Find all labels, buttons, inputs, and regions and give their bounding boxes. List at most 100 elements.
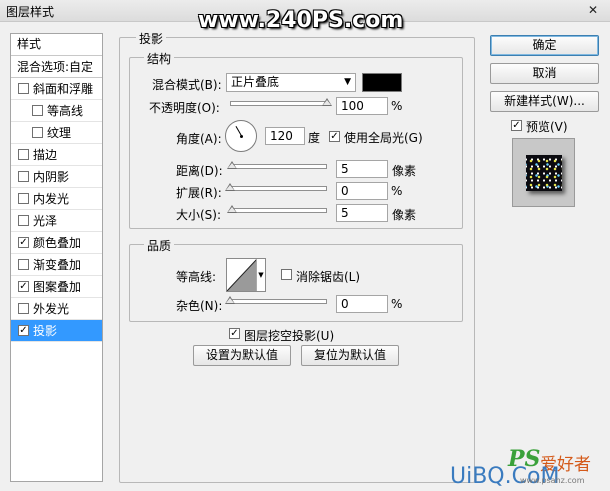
blend-mode-value: 正片叠底 [231,75,280,89]
make-default-button[interactable]: 设置为默认值 [193,345,291,366]
noise-unit: % [391,297,403,311]
style-item-label: 颜色叠加 [33,236,82,250]
knockout-label: 图层挖空投影(U) [244,329,335,343]
size-unit: 像素 [392,208,417,222]
site-logo: PS 爱好者 UiBQ.CoM www.psahz.com [450,446,610,491]
use-global-light-label: 使用全局光(G) [344,131,423,145]
use-global-light-checkbox[interactable]: ✓ [329,131,340,142]
distance-input[interactable]: 5 [336,160,388,178]
opacity-slider-thumb[interactable] [322,98,332,106]
cancel-button[interactable]: 取消 [490,63,599,84]
preview-label: 预览(V) [526,120,568,134]
style-item-checkbox[interactable]: ✓ [18,237,29,248]
style-item-checkbox[interactable] [18,149,29,160]
knockout-checkbox[interactable]: ✓ [229,328,240,339]
style-item-10[interactable]: 外发光 [11,298,102,320]
distance-slider-thumb[interactable] [226,161,237,169]
style-item-label: 描边 [33,148,58,162]
chevron-down-icon: ▼ [344,77,351,87]
style-item-4[interactable]: 内阴影 [11,166,102,188]
style-item-label: 图案叠加 [33,280,82,294]
size-label: 大小(S): [176,208,222,222]
anti-alias-checkbox[interactable] [281,269,292,280]
style-item-checkbox[interactable] [32,127,43,138]
style-item-checkbox[interactable] [18,259,29,270]
opacity-slider-track[interactable] [230,101,327,106]
style-item-9[interactable]: ✓ 图案叠加 [11,276,102,298]
spread-input[interactable]: 0 [336,182,388,200]
style-item-1[interactable]: 等高线 [11,100,102,122]
opacity-input[interactable]: 100 [336,97,388,115]
spread-unit: % [391,184,403,198]
style-item-8[interactable]: 渐变叠加 [11,254,102,276]
drop-shadow-title: 投影 [136,30,167,47]
contour-dropdown-icon[interactable]: ▼ [256,259,265,291]
noise-slider-track[interactable] [230,299,327,304]
logo-small-text: www.psahz.com [520,476,585,485]
distance-slider-track[interactable] [230,164,327,169]
blend-mode-select[interactable]: 正片叠底 ▼ [226,73,356,92]
preview-swatch [526,155,562,191]
style-item-7[interactable]: ✓ 颜色叠加 [11,232,102,254]
close-icon[interactable]: ✕ [584,2,602,19]
quality-title: 品质 [144,237,175,254]
contour-picker[interactable]: ▼ [226,258,266,292]
style-item-3[interactable]: 描边 [11,144,102,166]
blend-mode-label: 混合模式(B): [152,78,222,92]
opacity-label: 不透明度(O): [149,101,220,115]
style-item-11[interactable]: ✓ 投影 [11,320,102,342]
reset-default-button[interactable]: 复位为默认值 [301,345,399,366]
style-item-label: 内发光 [33,192,70,206]
style-item-checkbox[interactable] [18,193,29,204]
distance-unit: 像素 [392,164,417,178]
style-item-checkbox[interactable] [32,105,43,116]
spread-label: 扩展(R): [176,186,222,200]
style-item-label: 渐变叠加 [33,258,82,272]
size-slider-track[interactable] [230,208,327,213]
noise-input[interactable]: 0 [336,295,388,313]
style-items: 斜面和浮雕等高线纹理描边内阴影内发光光泽 ✓ 颜色叠加渐变叠加 ✓ 图案叠加外发光 ✓ 投影 [11,78,102,342]
spread-slider-thumb[interactable] [225,183,235,191]
angle-dial[interactable] [225,120,257,152]
contour-label: 等高线: [176,270,217,284]
style-list-header[interactable]: 样式 [11,34,102,56]
style-item-label: 外发光 [33,302,70,316]
style-item-5[interactable]: 内发光 [11,188,102,210]
ok-button[interactable]: 确定 [490,35,599,56]
style-item-label: 纹理 [47,126,72,140]
angle-unit: 度 [308,131,321,145]
window-title: 图层样式 [6,5,55,19]
size-input[interactable]: 5 [336,204,388,222]
style-item-0[interactable]: 斜面和浮雕 [11,78,102,100]
watermark-text: www.240PS.com [198,8,404,33]
shadow-color-swatch[interactable] [362,73,402,92]
preview-checkbox[interactable]: ✓ [511,120,522,131]
style-item-2[interactable]: 纹理 [11,122,102,144]
style-preview-thumbnail [512,138,575,207]
style-item-label: 投影 [33,324,58,338]
style-item-checkbox[interactable] [18,171,29,182]
style-item-checkbox[interactable] [18,303,29,314]
blend-options-item[interactable]: 混合选项:自定 [11,56,102,78]
style-item-label: 光泽 [33,214,58,228]
opacity-unit: % [391,99,403,113]
style-item-checkbox[interactable] [18,215,29,226]
style-item-checkbox[interactable]: ✓ [18,325,29,336]
anti-alias-label: 消除锯齿(L) [296,270,361,284]
angle-dial-center [240,135,243,138]
style-item-checkbox[interactable]: ✓ [18,281,29,292]
noise-slider-thumb[interactable] [225,296,235,304]
style-list: 样式 混合选项:自定 斜面和浮雕等高线纹理描边内阴影内发光光泽 ✓ 颜色叠加渐变叠加… [10,33,103,482]
distance-label: 距离(D): [176,164,223,178]
noise-label: 杂色(N): [176,299,223,313]
new-style-button[interactable]: 新建样式(W)... [490,91,599,112]
spread-slider-track[interactable] [230,186,327,191]
style-item-label: 等高线 [47,104,84,118]
size-slider-thumb[interactable] [226,205,237,213]
style-item-label: 内阴影 [33,170,70,184]
structure-title: 结构 [144,50,175,67]
style-item-checkbox[interactable] [18,83,29,94]
style-item-6[interactable]: 光泽 [11,210,102,232]
contour-curve-icon [227,259,257,291]
angle-input[interactable]: 120 [265,127,305,145]
